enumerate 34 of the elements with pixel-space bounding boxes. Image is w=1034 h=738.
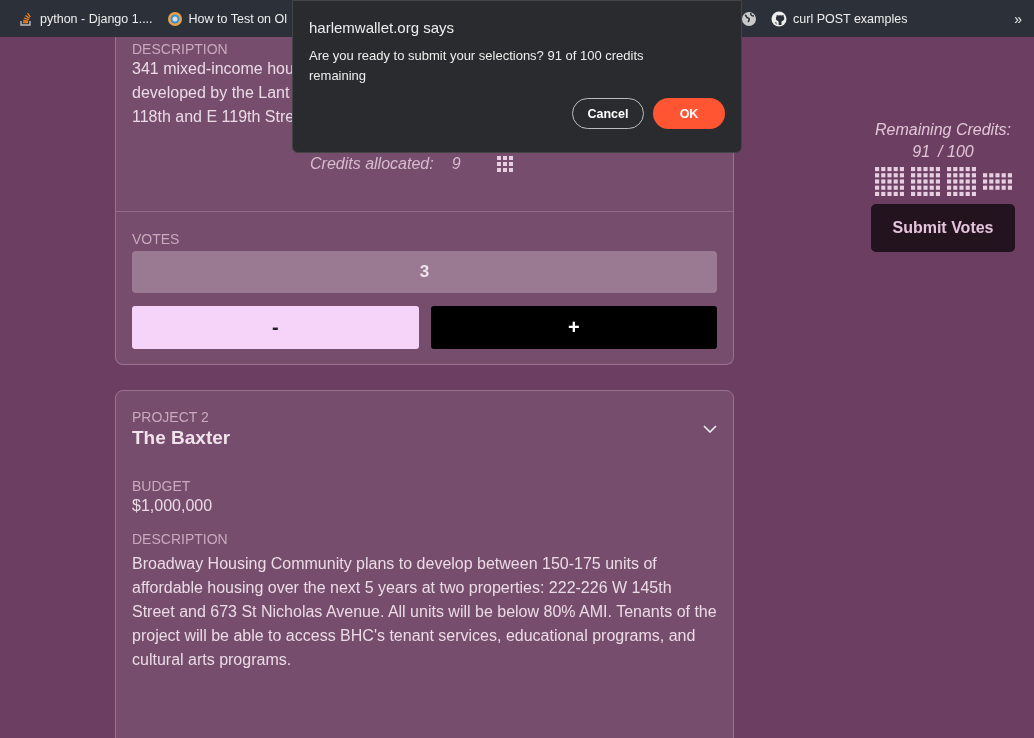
credit-grid-icon: [874, 167, 904, 196]
description-label: DESCRIPTION: [132, 41, 228, 57]
remaining-credits-label: Remaining Credits:: [874, 121, 1012, 139]
credit-grid-icon: [910, 167, 940, 196]
credits-value: 9: [451, 155, 461, 173]
more-bookmarks-button[interactable]: »: [1014, 10, 1022, 27]
ring-icon: [166, 10, 183, 27]
project-title: The Baxter: [132, 427, 231, 449]
description-label: DESCRIPTION: [132, 531, 229, 547]
increase-button[interactable]: +: [430, 306, 717, 349]
bookmark-link[interactable]: How to Test on Ol: [188, 11, 287, 26]
description-line: developed by the Lant: [132, 83, 290, 103]
chevron-down-icon[interactable]: [703, 425, 717, 433]
github-icon: [771, 10, 787, 27]
credit-grid-icon: [496, 156, 513, 172]
votes-label: VOTES: [132, 231, 181, 247]
credit-grid-icon: [946, 167, 976, 196]
globe-icon[interactable]: [741, 10, 757, 27]
stack-icon: [18, 10, 34, 27]
total-credits: / 100: [938, 143, 974, 161]
description-line: 118th and E 119th Stre: [132, 107, 295, 127]
project-description: Broadway Housing Community plans to develop between 150-175 units of affordable housing over the next 5 years at two properties: 222-226 W 145th Street and 673 St Nicholas Avenue. All units will be below 80% AMI. Tenants of the project will be able to access BHC's tenant services, educational programs, and cultural arts programs.: [132, 554, 717, 670]
dialog-message: Are you ready to submit your selections? 91 of 100 credits remaining: [309, 47, 645, 85]
credits-label: Credits allocated:: [310, 155, 434, 173]
project-number: PROJECT 2: [132, 409, 210, 425]
decrease-button[interactable]: -: [132, 306, 419, 349]
remaining-credits-value: 91: [912, 143, 931, 161]
bookmark-link[interactable]: python - Django 1....: [40, 11, 153, 26]
votes-count: 3: [132, 251, 717, 293]
bookmark-link[interactable]: curl POST examples: [793, 11, 908, 26]
dialog-title: harlemwallet.org says: [309, 19, 456, 36]
budget-label: BUDGET: [132, 478, 192, 494]
budget-value: $1,000,000: [132, 497, 214, 515]
submit-votes-button[interactable]: Submit Votes: [871, 204, 1015, 252]
